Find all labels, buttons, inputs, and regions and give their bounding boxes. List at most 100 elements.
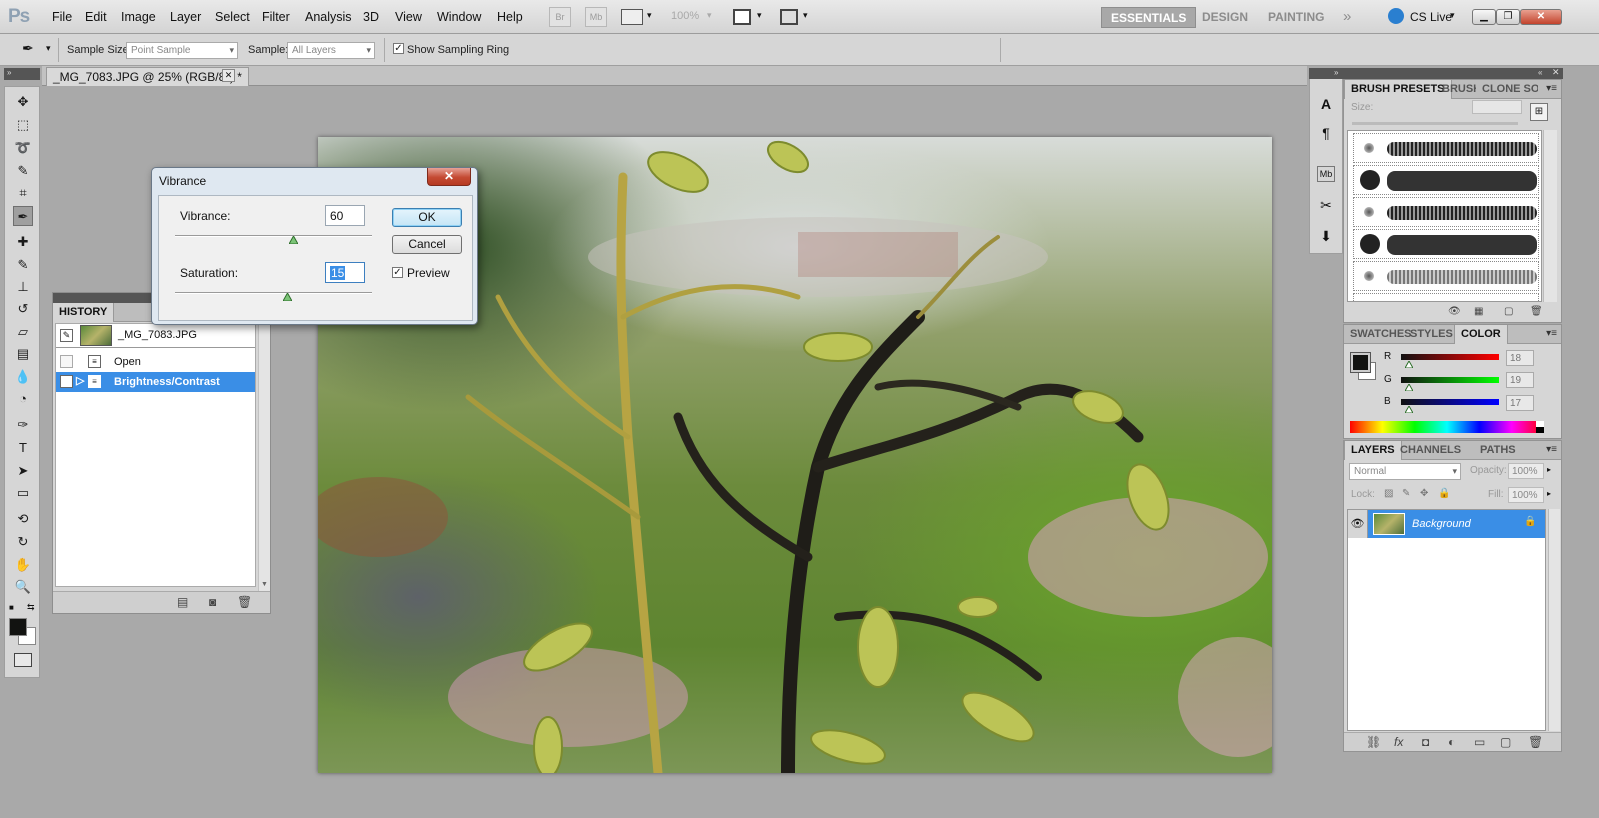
move-tool-icon[interactable]: ✥ xyxy=(13,92,33,112)
red-value-field[interactable]: 18 xyxy=(1506,350,1534,366)
paragraph-panel-icon[interactable]: ¶ xyxy=(1315,122,1337,144)
workspace-design[interactable]: DESIGN xyxy=(1193,7,1257,28)
opacity-slider-toggle-icon[interactable]: ▸ xyxy=(1547,465,1551,474)
lock-all-icon[interactable]: 🔒 xyxy=(1438,488,1450,499)
dodge-tool-icon[interactable]: ◔ xyxy=(13,389,33,409)
toolbar-collapse-icon[interactable]: » xyxy=(4,68,40,80)
menu-edit[interactable]: Edit xyxy=(85,10,107,24)
green-value-field[interactable]: 19 xyxy=(1506,372,1534,388)
brush-preset[interactable] xyxy=(1353,293,1539,301)
chevron-down-icon[interactable]: ▾ xyxy=(46,43,51,54)
chevron-down-icon[interactable]: ▾ xyxy=(707,10,712,21)
sample-select[interactable]: All Layers xyxy=(287,42,375,59)
vibrance-slider-thumb[interactable] xyxy=(288,236,298,244)
tab-channels[interactable]: CHANNELS xyxy=(1394,441,1467,460)
shape-tool-icon[interactable]: ▭ xyxy=(13,483,33,503)
add-mask-icon[interactable]: ◘ xyxy=(1422,735,1429,749)
menu-select[interactable]: Select xyxy=(215,10,250,24)
new-snapshot-icon[interactable]: ◙ xyxy=(209,595,216,609)
green-slider-thumb[interactable] xyxy=(1405,384,1413,391)
3d-rotate-tool-icon[interactable]: ⟲ xyxy=(13,509,33,529)
saturation-input[interactable]: 15 xyxy=(325,262,365,283)
panel-menu-icon[interactable]: ▾≡ xyxy=(1546,328,1557,339)
brush-preset[interactable] xyxy=(1353,165,1539,195)
saturation-slider-thumb[interactable] xyxy=(282,293,292,301)
red-slider-thumb[interactable] xyxy=(1405,361,1413,368)
ok-button[interactable]: OK xyxy=(392,208,462,227)
new-document-from-state-icon[interactable]: ▤ xyxy=(177,595,188,609)
brush-preset[interactable] xyxy=(1353,261,1539,291)
menu-3d[interactable]: 3D xyxy=(363,10,379,24)
tab-brush[interactable]: BRUSH xyxy=(1436,80,1476,99)
menu-analysis[interactable]: Analysis xyxy=(305,10,352,24)
history-source-box[interactable] xyxy=(60,375,73,388)
menu-layer[interactable]: Layer xyxy=(170,10,201,24)
chevron-down-icon[interactable]: ▾ xyxy=(757,10,762,21)
character-panel-icon[interactable]: A xyxy=(1315,93,1337,115)
new-group-icon[interactable]: ▭ xyxy=(1474,735,1485,749)
color-ramp[interactable] xyxy=(1350,421,1544,433)
new-brush-icon[interactable]: ▢ xyxy=(1504,306,1513,317)
collapse-panels-icon[interactable]: « xyxy=(1538,68,1542,77)
menu-view[interactable]: View xyxy=(395,10,422,24)
scroll-down-icon[interactable]: ▼ xyxy=(261,581,268,588)
tab-styles[interactable]: STYLES xyxy=(1404,325,1459,344)
menu-window[interactable]: Window xyxy=(437,10,481,24)
layers-scrollbar[interactable] xyxy=(1548,509,1560,731)
lock-position-icon[interactable]: ✥ xyxy=(1420,488,1428,499)
sample-size-select[interactable]: Point Sample xyxy=(126,42,238,59)
trash-icon[interactable]: 🗑 xyxy=(1528,735,1543,749)
fill-slider-toggle-icon[interactable]: ▸ xyxy=(1547,489,1551,498)
fill-field[interactable]: 100% xyxy=(1508,487,1544,503)
vibrance-input[interactable]: 60 xyxy=(325,205,365,226)
trash-icon[interactable]: 🗑 xyxy=(237,595,252,609)
chevron-down-icon[interactable]: ▾ xyxy=(647,10,652,21)
link-layers-icon[interactable]: ⛓ xyxy=(1366,735,1381,749)
tab-layers[interactable]: LAYERS xyxy=(1344,441,1402,460)
panel-menu-icon[interactable]: ▾≡ xyxy=(1546,444,1557,455)
workspace-painting[interactable]: PAINTING xyxy=(1259,7,1333,28)
brush-preset[interactable] xyxy=(1353,197,1539,227)
toggle-brush-preview-icon[interactable]: 👁 xyxy=(1448,306,1461,317)
black-white-ramp[interactable] xyxy=(1536,421,1544,433)
eraser-tool-icon[interactable]: ▱ xyxy=(13,322,33,342)
blue-channel-slider[interactable] xyxy=(1401,399,1499,405)
red-channel-slider[interactable] xyxy=(1401,354,1499,360)
mini-bridge-panel-icon[interactable]: Mb xyxy=(1317,166,1335,182)
swap-colors-icon[interactable]: ⇆ xyxy=(27,602,35,613)
quick-mask-icon[interactable] xyxy=(14,653,32,667)
expand-panels-icon[interactable]: » xyxy=(1334,68,1338,77)
vibrance-slider[interactable] xyxy=(175,235,372,237)
trash-icon[interactable]: 🗑 xyxy=(1530,306,1543,317)
lasso-tool-icon[interactable]: ➰ xyxy=(13,138,33,158)
brush-size-field[interactable] xyxy=(1472,100,1522,114)
blend-mode-select[interactable]: Normal xyxy=(1349,463,1461,480)
screen-mode-icon[interactable] xyxy=(780,9,798,25)
tab-paths[interactable]: PATHS xyxy=(1474,441,1522,460)
hand-tool-icon[interactable]: ✋ xyxy=(13,555,33,575)
foreground-color-swatch[interactable] xyxy=(1350,352,1371,373)
gradient-tool-icon[interactable]: ▤ xyxy=(13,344,33,364)
lock-pixels-icon[interactable]: ✎ xyxy=(1402,488,1410,499)
snapshot-source-icon[interactable]: ✎ xyxy=(60,329,73,342)
zoom-level[interactable]: 100% xyxy=(671,10,699,22)
minimize-button[interactable]: ▁ xyxy=(1472,9,1496,25)
pen-tool-icon[interactable]: ✑ xyxy=(13,415,33,435)
more-workspaces-icon[interactable]: » xyxy=(1343,8,1351,25)
eyedropper-icon[interactable]: ✒ xyxy=(22,40,42,58)
history-item[interactable]: ≡ Open xyxy=(56,352,255,372)
brush-size-slider[interactable] xyxy=(1352,122,1518,125)
history-item-selected[interactable]: ▷ ≡ Brightness/Contrast xyxy=(56,372,255,392)
close-app-button[interactable]: ✕ xyxy=(1520,9,1562,25)
quick-selection-tool-icon[interactable]: ✎ xyxy=(13,161,33,181)
dialog-close-button[interactable]: ✕ xyxy=(427,168,471,186)
panel-menu-icon[interactable]: ▾≡ xyxy=(1546,83,1557,94)
green-channel-slider[interactable] xyxy=(1401,377,1499,383)
launch-bridge-button[interactable]: Br xyxy=(549,7,571,27)
document-tab[interactable]: _MG_7083.JPG @ 25% (RGB/8*) * xyxy=(46,67,249,86)
zoom-tool-icon[interactable]: 🔍 xyxy=(13,577,33,597)
close-panels-icon[interactable]: ✕ xyxy=(1552,67,1560,78)
chevron-down-icon[interactable]: ▾ xyxy=(1450,10,1455,21)
cs-live-menu[interactable]: CS Live xyxy=(1410,10,1452,24)
tab-clone-source[interactable]: CLONE SO xyxy=(1476,80,1538,99)
